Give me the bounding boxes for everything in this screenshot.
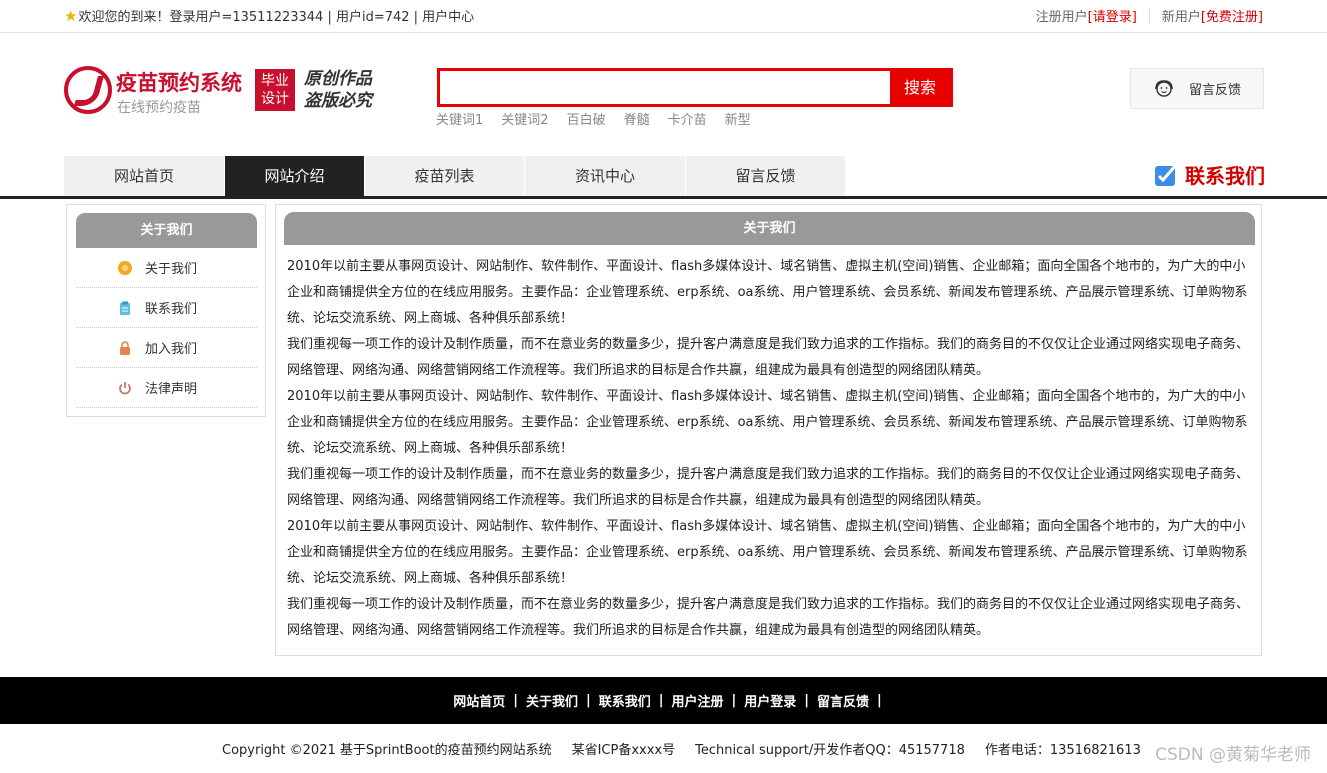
content-paragraph: 我们重视每一项工作的设计及制作质量，而不在意业务的数量多少，提升客户满意度是我们… — [287, 337, 1250, 378]
keyword-link[interactable]: 新型 — [725, 109, 751, 128]
lock-icon — [118, 340, 132, 355]
nav-item[interactable]: 留言反馈 — [686, 156, 846, 196]
nav-item[interactable]: 资讯中心 — [525, 156, 686, 196]
search-box: 搜索 — [437, 68, 953, 107]
new-user-label: 新用户 — [1161, 10, 1201, 25]
csdn-watermark: CSDN @黄菊华老师 — [1155, 745, 1311, 765]
footer-link[interactable]: 关于我们 — [518, 691, 586, 710]
login-link[interactable]: [请登录] — [1088, 6, 1137, 25]
contact-us-link[interactable]: 联系我们 — [1153, 160, 1265, 189]
footer-link[interactable]: 用户注册 — [664, 691, 732, 710]
sidebar-title: 关于我们 — [76, 213, 257, 248]
feedback-button[interactable]: 留言反馈 — [1130, 68, 1264, 109]
sidebar-item-label: 联系我们 — [145, 302, 198, 317]
search-input[interactable] — [440, 71, 893, 104]
sidebar-item-label: 关于我们 — [145, 262, 198, 277]
content-paragraph: 2010年以前主要从事网页设计、网站制作、软件制作、平面设计、flash多媒体设… — [287, 519, 1248, 586]
keyword-link[interactable]: 卡介苗 — [668, 109, 707, 128]
support-text: Technical support/开发作者QQ：45157718 — [695, 743, 965, 758]
free-register-link[interactable]: [免费注册] — [1201, 6, 1263, 25]
badge-line2: 设计 — [261, 91, 289, 107]
keyword-link[interactable]: 脊髓 — [624, 109, 650, 128]
sidebar-item[interactable]: 联系我们 — [76, 288, 257, 328]
divider — [1148, 8, 1150, 23]
slogan: 原创作品 盗版必究 — [304, 68, 372, 112]
site-logo[interactable]: 疫苗预约系统 在线预约疫苗 毕业 设计 原创作品 盗版必究 — [64, 66, 384, 116]
register-user-label: 注册用户 — [1035, 10, 1088, 25]
star-icon: ★ — [64, 6, 78, 25]
nav-item[interactable]: 疫苗列表 — [365, 156, 525, 196]
logo-subtitle: 在线预约疫苗 — [117, 100, 201, 116]
nav-item[interactable]: 网站首页 — [64, 156, 225, 196]
badge-line1: 毕业 — [261, 73, 289, 89]
clipboard-icon — [118, 301, 132, 315]
footer-nav: 网站首页 | 关于我们 | 联系我们 | 用户注册 | 用户登录 | 留言反馈 | — [0, 677, 1327, 724]
copyright-text: Copyright ©2021 基于SprintBoot的疫苗预约网站系统 — [222, 743, 552, 758]
icp-text: 某省ICP备xxxx号 — [571, 743, 676, 758]
footer-link[interactable]: 用户登录 — [736, 691, 804, 710]
footer-separator: | — [877, 693, 882, 708]
graduation-badge: 毕业 设计 — [255, 69, 295, 111]
top-bar: ★ 欢迎您的到来！登录用户=13511223344 | 用户id=742 | 用… — [0, 0, 1327, 33]
content-paragraph: 2010年以前主要从事网页设计、网站制作、软件制作、平面设计、flash多媒体设… — [287, 259, 1248, 326]
phone-text: 作者电话：13516821613 — [984, 743, 1141, 758]
slogan-line1: 原创作品 — [304, 69, 372, 89]
logo-title: 疫苗预约系统 — [116, 71, 242, 95]
copyright-bar: Copyright ©2021 基于SprintBoot的疫苗预约网站系统 某省… — [0, 724, 1327, 773]
keyword-link[interactable]: 百白破 — [567, 109, 606, 128]
content-paragraph: 我们重视每一项工作的设计及制作质量，而不在意业务的数量多少，提升客户满意度是我们… — [287, 597, 1250, 638]
sidebar: 关于我们 关于我们联系我们加入我们法律声明 — [66, 204, 266, 417]
sidebar-item-label: 法律声明 — [145, 382, 198, 397]
customer-service-icon — [1153, 78, 1175, 100]
keyword-link[interactable]: 关键词2 — [501, 109, 548, 128]
sidebar-item-label: 加入我们 — [145, 342, 198, 357]
sidebar-item[interactable]: 法律声明 — [76, 368, 257, 408]
logo-mark-icon — [64, 66, 112, 114]
keyword-link[interactable]: 关键词1 — [436, 109, 483, 128]
sidebar-item[interactable]: 加入我们 — [76, 328, 257, 368]
main-panel: 关于我们 2010年以前主要从事网页设计、网站制作、软件制作、平面设计、flas… — [275, 204, 1262, 656]
footer-link[interactable]: 留言反馈 — [809, 691, 877, 710]
nav-underline — [0, 196, 1327, 199]
sidebar-item[interactable]: 关于我们 — [76, 248, 257, 288]
main-content: 2010年以前主要从事网页设计、网站制作、软件制作、平面设计、flash多媒体设… — [287, 254, 1249, 644]
welcome-text[interactable]: 欢迎您的到来！登录用户=13511223344 | 用户id=742 | 用户中… — [78, 6, 474, 25]
main-nav: 网站首页 网站介绍 疫苗列表 资讯中心 留言反馈 — [64, 156, 846, 196]
info-circle-icon — [118, 260, 132, 275]
main-title: 关于我们 — [284, 212, 1255, 245]
footer-link[interactable]: 联系我们 — [591, 691, 659, 710]
content-paragraph: 我们重视每一项工作的设计及制作质量，而不在意业务的数量多少，提升客户满意度是我们… — [287, 467, 1250, 508]
slogan-line2: 盗版必究 — [304, 91, 372, 111]
hot-keywords: 关键词1 关键词2 百白破 脊髓 卡介苗 新型 — [436, 109, 751, 128]
welcome-message: ★ 欢迎您的到来！登录用户=13511223344 | 用户id=742 | 用… — [64, 6, 474, 26]
contact-us-label: 联系我们 — [1185, 164, 1265, 188]
sidebar-list: 关于我们联系我们加入我们法律声明 — [76, 248, 257, 408]
feedback-label: 留言反馈 — [1189, 83, 1242, 98]
search-button[interactable]: 搜索 — [890, 68, 950, 107]
account-links: 注册用户 [请登录] 新用户 [免费注册] — [1036, 6, 1263, 25]
content-paragraph: 2010年以前主要从事网页设计、网站制作、软件制作、平面设计、flash多媒体设… — [287, 389, 1248, 456]
checkbox-pen-icon — [1153, 162, 1179, 188]
power-icon — [118, 381, 132, 395]
nav-item[interactable]: 网站介绍 — [225, 156, 365, 196]
footer-link[interactable]: 网站首页 — [445, 691, 513, 710]
